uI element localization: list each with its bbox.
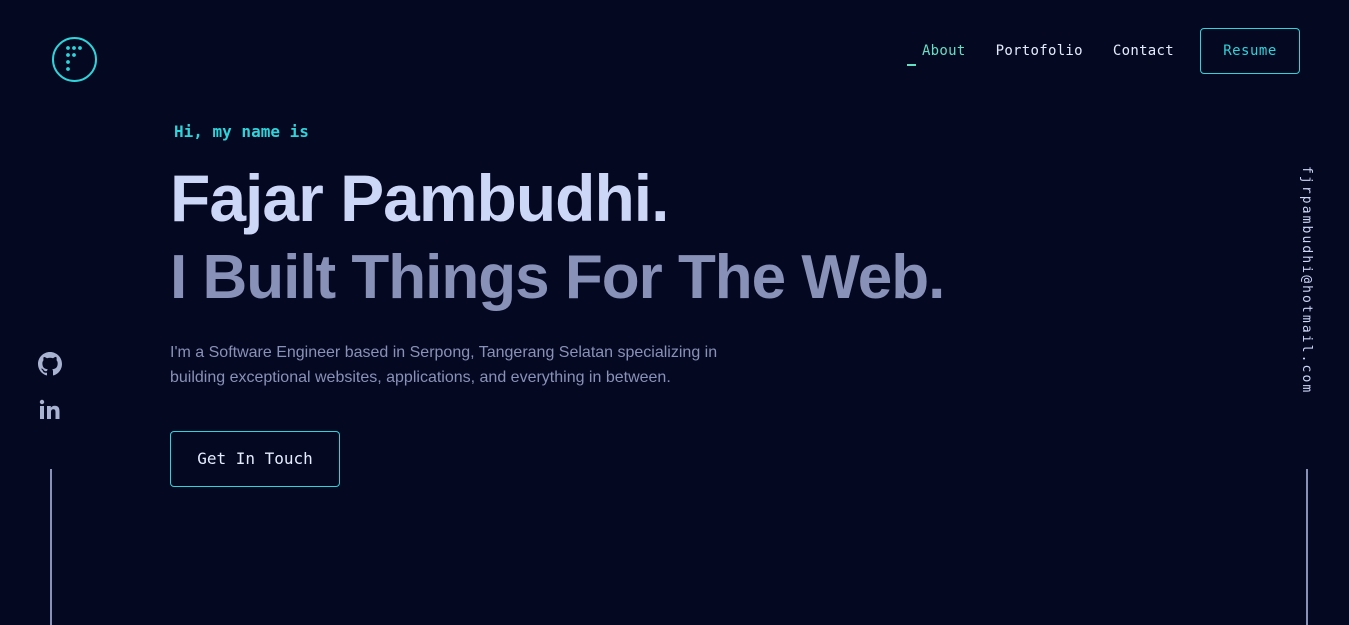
right-divider-line bbox=[1306, 469, 1308, 625]
linkedin-link[interactable] bbox=[38, 398, 62, 422]
get-in-touch-button[interactable]: Get In Touch bbox=[170, 430, 340, 487]
hero-tagline: I Built Things For The Web. bbox=[170, 243, 945, 313]
linkedin-icon bbox=[39, 399, 60, 419]
social-links bbox=[38, 352, 64, 444]
email-link[interactable]: fjrpambudhi@hotmail.com bbox=[1299, 166, 1314, 394]
nav-link-portofolio[interactable]: Portofolio bbox=[996, 43, 1083, 59]
hero-description: I'm a Software Engineer based in Serpong… bbox=[170, 343, 718, 386]
hero-greeting: Hi, my name is bbox=[174, 122, 309, 141]
resume-button[interactable]: Resume bbox=[1200, 28, 1300, 74]
active-indicator bbox=[906, 64, 916, 66]
nav-link-label: About bbox=[921, 43, 966, 59]
hero-name: Fajar Pambudhi. bbox=[170, 161, 669, 235]
logo[interactable] bbox=[52, 37, 97, 82]
nav-link-label: Contact bbox=[1112, 43, 1174, 59]
hero-section: Hi, my name is Fajar Pambudhi. I Built T… bbox=[170, 122, 945, 487]
nav-link-about[interactable]: About bbox=[906, 43, 966, 66]
left-divider-line bbox=[50, 469, 52, 625]
github-icon bbox=[38, 352, 62, 376]
github-link[interactable] bbox=[38, 352, 62, 376]
main-nav: About Portofolio Contact Resume bbox=[906, 28, 1300, 74]
nav-link-contact[interactable]: Contact bbox=[1113, 43, 1174, 59]
logo-f-icon bbox=[52, 37, 97, 82]
nav-link-label: Portofolio bbox=[995, 43, 1083, 59]
